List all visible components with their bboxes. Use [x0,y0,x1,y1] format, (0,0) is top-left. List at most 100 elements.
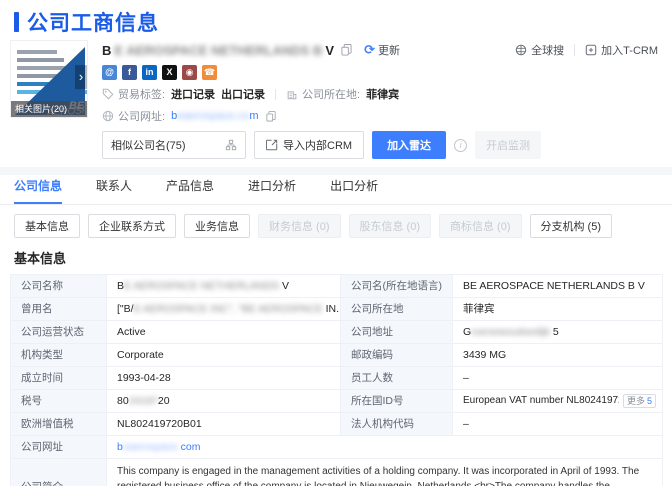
email-icon[interactable]: @ [102,65,117,80]
value-suffix: IN... [323,303,341,315]
field-label: 欧洲增值税 [11,413,107,436]
table-row: 公司运营状态 Active 公司地址 Groenewoudsedijk 5 [11,321,663,344]
building-icon [286,88,298,100]
section-title: 基本信息 [14,248,658,267]
update-button[interactable]: 更新 [378,42,400,58]
import-crm-label: 导入内部CRM [283,137,352,153]
field-value: Groenewoudsedijk 5 [453,321,663,344]
field-value: beaerospace.com [107,436,663,459]
subtab-trademark-info: 商标信息 (0) [439,214,522,238]
info-icon[interactable]: i [454,139,467,152]
subtab-business-info[interactable]: 业务信息 [184,214,250,238]
company-name: BE AEROSPACE NETHERLANDS BV [102,43,334,58]
description-text: This company is engaged in the managemen… [117,466,639,486]
similar-companies-icon [225,139,237,151]
linkedin-icon[interactable]: in [142,65,157,80]
copy-icon[interactable] [266,111,280,122]
field-value: 3439 MG [453,344,663,367]
field-label: 公司网址 [11,436,107,459]
start-monitoring-label: 开启监测 [486,137,530,153]
company-header: AEROSPACE BE 相关图片(20) › BE AEROSPACE NET… [0,34,672,124]
social-icons-row: @ f in X ◉ ☎ [102,65,658,80]
header-actions: 全球搜 加入T-CRM [515,42,658,58]
join-radar-button[interactable]: 加入雷达 [372,131,446,159]
company-name-prefix: B [102,43,111,58]
field-label: 邮政编码 [341,344,453,367]
field-label: 公司名称 [11,275,107,298]
subtab-branches[interactable]: 分支机构 (5) [530,214,613,238]
value-prefix: B [117,280,124,292]
global-search-button[interactable]: 全球搜 [515,42,564,58]
divider [275,89,276,100]
field-label: 税号 [11,390,107,413]
join-tcrm-button[interactable]: 加入T-CRM [585,42,658,58]
crm-box-icon [585,44,597,56]
field-value: NL802419720B01 [107,413,341,436]
field-value: – [453,413,663,436]
table-row: 公司名称 BE AEROSPACE NETHERLANDS V 公司名(所在地语… [11,275,663,298]
company-description: This company is engaged in the managemen… [107,459,663,486]
next-image-chevron-icon[interactable]: › [75,65,87,89]
field-label: 公司地址 [341,321,453,344]
more-ids-button[interactable]: 更多5 [623,394,656,408]
subtab-shareholder-info: 股东信息 (0) [349,214,432,238]
facebook-icon[interactable]: f [122,65,137,80]
table-row: 公司网址 beaerospace.com [11,436,663,459]
value-redacted: eaerospace. [123,441,181,453]
import-crm-button[interactable]: 导入内部CRM [254,131,364,159]
subtab-basic-info[interactable]: 基本信息 [14,214,80,238]
location-label: 公司所在地: [302,86,360,102]
globe-icon [102,110,114,122]
tab-contacts[interactable]: 联系人 [96,177,132,204]
x-twitter-icon[interactable]: X [162,65,177,80]
action-row: 相似公司名(75) 导入内部CRM 加入雷达 i 开启监测 [102,131,658,159]
more-count: 5 [647,395,652,407]
value-suffix: com [181,441,201,453]
similar-companies-input[interactable]: 相似公司名(75) [102,131,246,159]
company-website-link[interactable]: beaerospace.com [171,110,258,122]
export-records-link[interactable]: 出口记录 [221,86,265,102]
field-label: 机构类型 [11,344,107,367]
phone-icon[interactable]: ☎ [202,65,217,80]
refresh-icon[interactable]: ⟳ [364,42,375,58]
trade-tags-row: 贸易标签: 进口记录 出口记录 公司所在地: 菲律宾 [102,86,658,102]
tab-product-info[interactable]: 产品信息 [166,177,214,204]
table-row: 机构类型 Corporate 邮政编码 3439 MG [11,344,663,367]
table-row: 曾用名 ["B/E AEROSPACE INC", "BE AEROSPACE … [11,298,663,321]
field-value: 1993-04-28 [107,367,341,390]
field-label: 员工人数 [341,367,453,390]
field-value: Active [107,321,341,344]
start-monitoring-button[interactable]: 开启监测 [475,131,541,159]
import-records-link[interactable]: 进口记录 [171,86,215,102]
global-search-label: 全球搜 [531,42,564,58]
value-prefix: 80 [117,395,129,407]
tab-import-analysis[interactable]: 进口分析 [248,177,296,204]
instagram-icon[interactable]: ◉ [182,65,197,80]
website-suffix: m [249,110,258,122]
join-tcrm-label: 加入T-CRM [601,42,658,58]
tab-export-analysis[interactable]: 出口分析 [330,177,378,204]
table-row: 成立时间 1993-04-28 员工人数 – [11,367,663,390]
table-row: 欧洲增值税 NL802419720B01 法人机构代码 – [11,413,663,436]
value-prefix: G [463,326,471,338]
page-title: 公司工商信息 [27,7,159,37]
divider [574,44,575,56]
more-label: 更多 [627,395,645,407]
field-value: ["B/E AEROSPACE INC", "BE AEROSPACE IN..… [107,298,341,321]
tab-company-info[interactable]: 公司信息 [14,177,62,204]
website-row: 公司网址: beaerospace.com [102,108,658,124]
company-logo[interactable]: AEROSPACE BE 相关图片(20) › [10,40,88,118]
field-value: – [453,367,663,390]
table-row: 公司简介 This company is engaged in the mana… [11,459,663,486]
company-location: 菲律宾 [366,86,399,102]
field-value: European VAT number NL802419720B01更多5 [453,390,663,413]
company-name-suffix: V [325,43,334,58]
title-accent-bar [14,12,19,32]
table-website-link[interactable]: beaerospace.com [117,441,200,453]
sub-tabs: 基本信息 企业联系方式 业务信息 财务信息 (0) 股东信息 (0) 商标信息 … [0,205,672,238]
field-label: 公司运营状态 [11,321,107,344]
main-tabs: 公司信息 联系人 产品信息 进口分析 出口分析 [0,175,672,205]
subtab-contact-methods[interactable]: 企业联系方式 [88,214,176,238]
copy-icon[interactable] [341,44,352,56]
field-label: 法人机构代码 [341,413,453,436]
